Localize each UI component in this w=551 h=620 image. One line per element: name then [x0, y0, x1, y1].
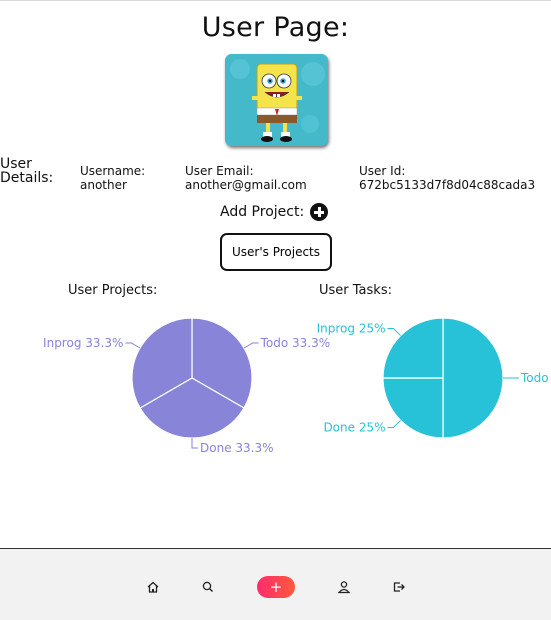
- user-icon[interactable]: [337, 579, 351, 594]
- pie-label-todo: Todo 33.3%: [260, 336, 331, 350]
- logout-icon[interactable]: [392, 579, 406, 593]
- bottom-nav: +: [0, 548, 551, 620]
- pie-label-done: Done 33.3%: [200, 441, 274, 455]
- pie-label-inprog: Inprog 33.3%: [43, 336, 123, 350]
- pie-label-line-done: [191, 438, 198, 449]
- pie-label-line-todo: [243, 342, 259, 349]
- home-icon[interactable]: [146, 579, 160, 593]
- pie-slice-inprog: [382, 317, 444, 379]
- pie-charts: Todo 33.3% Done 33.3% Inprog 33.3% Todo 50%…: [43, 317, 551, 455]
- search-icon[interactable]: [201, 579, 215, 593]
- pie-slice-todo: [442, 317, 504, 439]
- pie-label-line-inprog: [387, 328, 401, 336]
- pie-label-done: Done 25%: [323, 420, 385, 434]
- pie-label-line-done: [387, 420, 401, 428]
- pie-label-line-inprog: [125, 342, 141, 349]
- pie-slice-done: [382, 377, 444, 439]
- pie-label-todo: Todo 50%: [520, 371, 551, 385]
- pie-label-inprog: Inprog 25%: [317, 322, 386, 336]
- add-fab-button[interactable]: +: [257, 576, 295, 598]
